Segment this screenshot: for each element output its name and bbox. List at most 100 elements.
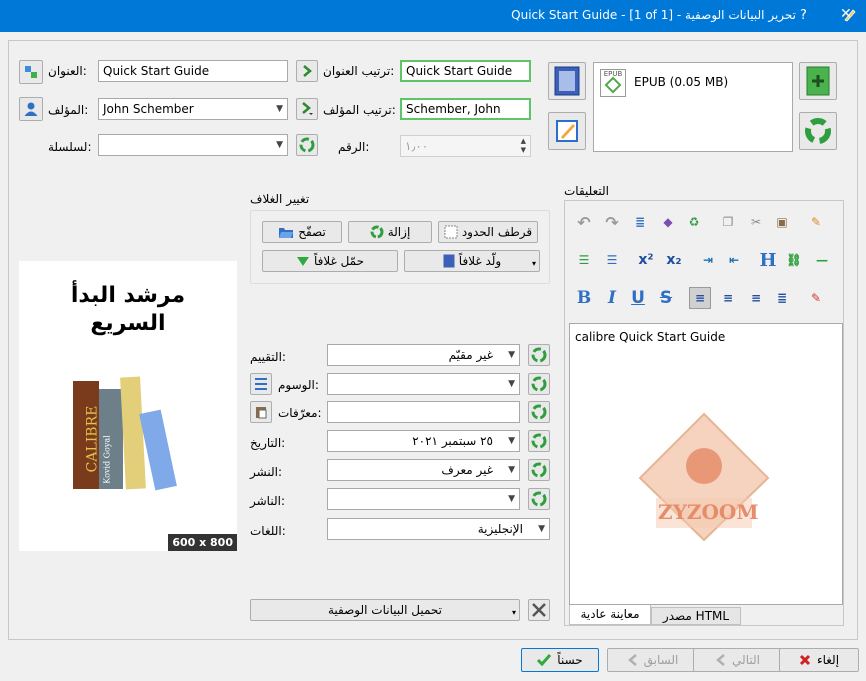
clear-identifiers-button[interactable] — [528, 401, 550, 423]
previous-button[interactable]: السابق — [607, 648, 699, 672]
metadata-sources-config-button[interactable] — [528, 599, 550, 621]
italic-icon[interactable]: I — [601, 287, 623, 309]
identifiers-input[interactable] — [327, 401, 520, 423]
underline-icon[interactable]: U — [627, 287, 649, 309]
remove-cover-button[interactable]: إزالة — [348, 221, 432, 243]
formats-list[interactable]: EPUB EPUB (0.05 MB) — [593, 62, 793, 152]
chevron-down-icon[interactable]: ▼ — [276, 99, 283, 119]
rating-select[interactable]: غير مقيّم ▼ — [327, 344, 520, 366]
identifiers-label: معرّفات: — [278, 406, 322, 420]
chevron-down-icon[interactable]: ▼ — [276, 135, 283, 155]
download-cover-button[interactable]: حمّل غلافاً — [262, 250, 398, 272]
set-cover-from-format-button[interactable] — [548, 62, 586, 100]
copy-title-sort-button[interactable] — [296, 60, 318, 82]
align-right-icon[interactable]: ≡ — [745, 287, 767, 309]
tab-normal-view[interactable]: معاينة عادية — [569, 605, 651, 625]
clear-publisher-button[interactable] — [528, 488, 550, 510]
highlight-icon[interactable]: ✎ — [805, 211, 827, 233]
help-button[interactable]: ? — [800, 8, 807, 23]
spinner-icon[interactable]: ▲ ▼ — [521, 137, 526, 155]
indent-icon[interactable]: ⇥ — [697, 249, 719, 271]
languages-input[interactable]: الإنجليزية ▼ — [327, 518, 550, 540]
download-metadata-label: تحميل البيانات الوصفية — [327, 603, 443, 617]
chevron-down-icon: ▾ — [511, 608, 516, 617]
add-format-button[interactable] — [799, 62, 837, 100]
recycle-icon[interactable]: ♻ — [683, 211, 705, 233]
recycle-icon — [531, 376, 547, 392]
next-button[interactable]: التالي — [693, 648, 783, 672]
remove-format-button[interactable] — [799, 112, 837, 150]
published-input[interactable]: غير معرف ▼ — [327, 459, 520, 481]
horizontal-rule-icon[interactable]: — — [811, 249, 833, 271]
strikethrough-icon[interactable]: S — [655, 287, 677, 309]
cut-icon[interactable]: ✂ — [745, 211, 767, 233]
tab-html-label: مصدر HTML — [662, 609, 730, 623]
next-label: التالي — [732, 653, 760, 667]
series-input[interactable]: ▼ — [98, 134, 288, 156]
unordered-list-icon[interactable]: ☰ — [601, 249, 623, 271]
title-bar: تحرير البيانات الوصفية - Quick Start Gui… — [0, 0, 866, 32]
author-sort-input[interactable]: Schember, John — [400, 98, 531, 120]
download-arrow-icon — [296, 257, 309, 266]
edit-identifiers-button[interactable] — [250, 401, 272, 423]
cover-preview[interactable]: مرشد البدأ السريع CALIBRE Kovid Goyal 60… — [19, 261, 237, 551]
recycle-icon — [531, 491, 547, 507]
trim-cover-button[interactable]: قرطف الحدود — [438, 221, 538, 243]
publisher-input[interactable]: ▼ — [327, 488, 520, 510]
clear-date-button[interactable] — [528, 430, 550, 452]
copy-icon[interactable]: ❐ — [717, 211, 739, 233]
title-sort-input[interactable]: Quick Start Guide — [400, 60, 531, 82]
generate-cover-button[interactable]: ولّد غلافاً ▾ — [404, 250, 540, 272]
cancel-button[interactable]: إلغاء — [779, 648, 859, 672]
watermark-text: ZYZOOM — [658, 500, 759, 524]
align-left-icon[interactable]: ≡ — [689, 287, 711, 309]
tab-html-source[interactable]: مصدر HTML — [651, 607, 741, 625]
download-metadata-button[interactable]: تحميل البيانات الوصفية ▾ — [250, 599, 520, 621]
published-value: غير معرف — [441, 463, 493, 477]
browse-cover-button[interactable]: تصفّح — [262, 221, 342, 243]
author-sort-label: ترتيب المؤلف: — [323, 103, 396, 117]
subscript-icon[interactable]: x₂ — [663, 249, 685, 271]
text-color-icon[interactable]: ✎ — [805, 287, 827, 309]
heading-icon[interactable]: H — [757, 249, 779, 271]
comments-textarea[interactable]: calibre Quick Start Guide ZYZOOM — [569, 323, 843, 605]
chevron-down-icon[interactable]: ▼ — [508, 489, 515, 509]
clear-series-button[interactable] — [296, 134, 318, 156]
insert-link-icon[interactable]: ⛓ — [783, 249, 805, 271]
close-button[interactable]: ✕ — [840, 6, 852, 22]
ordered-list-icon[interactable]: ☰ — [573, 249, 595, 271]
tags-input[interactable]: ▼ — [327, 373, 520, 395]
chevron-down-icon[interactable]: ▼ — [508, 374, 515, 394]
manage-authors-button[interactable] — [19, 97, 43, 121]
format-item[interactable]: EPUB EPUB (0.05 MB) — [600, 69, 790, 97]
edit-metadata-from-format-button[interactable] — [548, 112, 586, 150]
redo-icon[interactable]: ↷ — [601, 211, 623, 233]
series-number-input[interactable]: ١٫٠٠ ▲ ▼ — [400, 135, 531, 157]
cover-size-badge: 600 x 800 — [168, 534, 237, 551]
undo-icon[interactable]: ↶ — [573, 211, 595, 233]
clear-published-button[interactable] — [528, 459, 550, 481]
copy-author-sort-button[interactable] — [296, 98, 318, 120]
swap-title-author-button[interactable] — [19, 60, 43, 84]
clear-tags-button[interactable] — [528, 373, 550, 395]
outdent-icon[interactable]: ⇤ — [723, 249, 745, 271]
title-input[interactable]: Quick Start Guide — [98, 60, 288, 82]
select-all-icon[interactable]: ≣ — [629, 211, 651, 233]
published-label: النشر: — [250, 465, 282, 479]
tools-icon — [532, 603, 546, 617]
bold-icon[interactable]: B — [573, 287, 595, 309]
align-justify-icon[interactable]: ≣ — [771, 287, 793, 309]
chevron-down-icon[interactable]: ▼ — [538, 519, 545, 539]
edit-tags-button[interactable] — [250, 373, 272, 395]
chevron-down-icon[interactable]: ▼ — [508, 460, 515, 480]
superscript-icon[interactable]: x² — [635, 249, 657, 271]
paste-icon[interactable]: ▣ — [771, 211, 793, 233]
chevron-down-icon[interactable]: ▼ — [508, 345, 515, 365]
ok-button[interactable]: حسناً — [521, 648, 599, 672]
clear-rating-button[interactable] — [528, 344, 550, 366]
author-input[interactable]: John Schember ▼ — [98, 98, 288, 120]
align-center-icon[interactable]: ≡ — [717, 287, 739, 309]
eraser-icon[interactable]: ◆ — [657, 211, 679, 233]
chevron-down-icon[interactable]: ▼ — [508, 431, 515, 451]
date-input[interactable]: ٢٥ سبتمبر ٢٠٢١ ▼ — [327, 430, 520, 452]
